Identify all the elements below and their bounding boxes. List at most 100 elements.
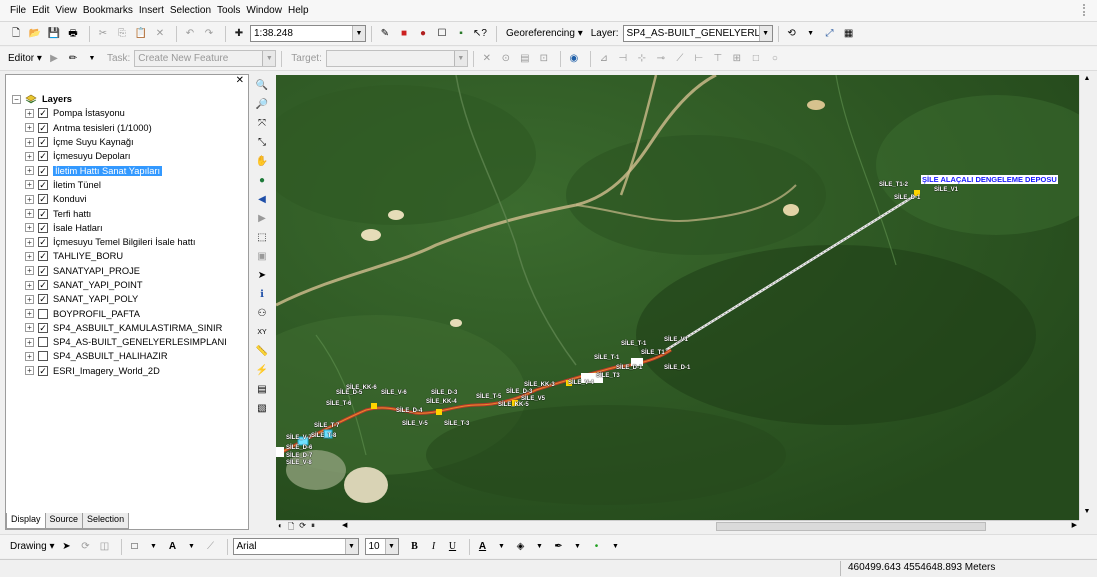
pan-hand-icon[interactable]: ✋: [254, 153, 270, 169]
layer-item[interactable]: + ✓ Pompa İstasyonu: [25, 106, 227, 120]
tab-selection[interactable]: Selection: [82, 513, 130, 529]
hyperlink-icon[interactable]: ⚡: [254, 362, 270, 378]
layer-item[interactable]: + SP4_AS-BUILT_GENELYERLESIMPLANI: [25, 335, 227, 349]
identify-icon[interactable]: ℹ: [254, 286, 270, 302]
go-to-xy-icon[interactable]: XY: [254, 324, 270, 340]
tab-source[interactable]: Source: [44, 513, 84, 529]
menu-view[interactable]: View: [55, 5, 77, 16]
viewer-window-icon[interactable]: ▧: [254, 400, 270, 416]
pause-drawing-icon[interactable]: ⏸: [311, 521, 315, 535]
save-icon[interactable]: 💾: [46, 26, 62, 42]
arctoolbox-icon[interactable]: ■: [396, 26, 412, 42]
expand-icon[interactable]: +: [25, 294, 34, 304]
layer-visibility-checkbox[interactable]: ✓: [38, 151, 48, 162]
editor-toolbar-icon[interactable]: ✎: [377, 26, 393, 42]
layer-visibility-checkbox[interactable]: ✓: [38, 208, 48, 219]
menu-window[interactable]: Window: [246, 5, 282, 16]
scroll-thumb[interactable]: [716, 522, 986, 531]
bold-button[interactable]: B: [407, 539, 423, 555]
collapse-icon[interactable]: −: [12, 94, 21, 104]
menu-edit[interactable]: Edit: [32, 5, 49, 16]
dropdown-arrow-icon[interactable]: ▼: [532, 539, 548, 555]
scroll-left-icon[interactable]: ◀: [342, 521, 347, 529]
circle-tool-icon[interactable]: ○: [767, 51, 783, 67]
layer-visibility-checkbox[interactable]: ✓: [38, 322, 48, 333]
dropdown-arrow-icon[interactable]: ▼: [146, 539, 162, 555]
menu-bookmarks[interactable]: Bookmarks: [83, 5, 133, 16]
validate-icon[interactable]: ⊞: [729, 51, 745, 67]
expand-icon[interactable]: +: [25, 123, 34, 133]
layout-view-icon[interactable]: 🗋: [288, 521, 294, 535]
layer-item[interactable]: + ✓ İsale Hatları: [25, 221, 227, 235]
data-view-icon[interactable]: ◐: [278, 521, 283, 535]
scroll-right-icon[interactable]: ▶: [1072, 521, 1077, 529]
layer-visibility-checkbox[interactable]: ✓: [38, 179, 48, 190]
layer-item[interactable]: + ✓ Terfi hattı: [25, 206, 227, 220]
georeferencing-menu[interactable]: Georeferencing ▾: [506, 28, 583, 39]
layer-item[interactable]: + ✓ İçmesuyu Temel Bilgileri İsale hattı: [25, 235, 227, 249]
task-combo[interactable]: Create New Feature ▼: [134, 50, 277, 67]
layer-item[interactable]: + SP4_ASBUILT_HALIHAZIR: [25, 349, 227, 363]
search-window-icon[interactable]: ☐: [434, 26, 450, 42]
layer-visibility-checkbox[interactable]: ✓: [38, 237, 48, 248]
copy-icon[interactable]: ⎘: [114, 26, 130, 42]
expand-icon[interactable]: +: [25, 137, 34, 147]
rotate-tool-icon[interactable]: ⊙: [498, 51, 514, 67]
select-elements-icon[interactable]: ➤: [59, 539, 75, 555]
arccatalog-icon[interactable]: ●: [415, 26, 431, 42]
new-document-icon[interactable]: 🗋: [8, 26, 24, 42]
rotate-element-icon[interactable]: ⟳: [78, 539, 94, 555]
expand-icon[interactable]: +: [25, 351, 34, 361]
reshape-icon[interactable]: ⟋: [672, 51, 688, 67]
refresh-icon[interactable]: ⟳: [299, 521, 306, 535]
print-icon[interactable]: 🖶: [65, 26, 81, 42]
layer-visibility-checkbox[interactable]: ✓: [38, 194, 48, 205]
menu-selection[interactable]: Selection: [170, 5, 211, 16]
add-data-icon[interactable]: ✚: [231, 26, 247, 42]
split-tool-icon[interactable]: ✕: [479, 51, 495, 67]
attributes-icon[interactable]: ▤: [517, 51, 533, 67]
layer-visibility-checkbox[interactable]: ✓: [38, 265, 48, 276]
layer-visibility-checkbox[interactable]: ✓: [38, 108, 48, 119]
zoom-out-icon[interactable]: 🔎: [254, 96, 270, 112]
expand-icon[interactable]: +: [25, 223, 34, 233]
layer-visibility-checkbox[interactable]: ✓: [38, 251, 48, 262]
layer-visibility-checkbox[interactable]: [38, 351, 48, 362]
layer-item[interactable]: + ✓ Konduvi: [25, 192, 227, 206]
dropdown-arrow-icon[interactable]: ▼: [494, 539, 510, 555]
clear-selection-icon[interactable]: ▣: [254, 248, 270, 264]
dropdown-arrow-icon[interactable]: ▼: [184, 539, 200, 555]
font-color-icon[interactable]: A: [475, 539, 491, 555]
edit-tool-icon[interactable]: ▶: [46, 51, 62, 67]
italic-button[interactable]: I: [426, 539, 442, 555]
layers-root[interactable]: − Layers: [12, 92, 227, 106]
new-text-icon[interactable]: A: [165, 539, 181, 555]
layer-visibility-checkbox[interactable]: ✓: [38, 122, 48, 133]
layer-visibility-checkbox[interactable]: ✓: [38, 165, 48, 176]
layer-visibility-checkbox[interactable]: ✓: [38, 280, 48, 290]
menu-insert[interactable]: Insert: [139, 5, 164, 16]
dropdown-arrow-icon[interactable]: ▼: [570, 539, 586, 555]
fixed-zoom-in-icon[interactable]: ⤧: [254, 115, 270, 131]
find-binoculars-icon[interactable]: ⚇: [254, 305, 270, 321]
zoom-whole-page-icon[interactable]: ◫: [97, 539, 113, 555]
expand-icon[interactable]: +: [25, 151, 34, 161]
forward-extent-icon[interactable]: ▶: [254, 210, 270, 226]
close-icon[interactable]: ✕: [236, 75, 244, 87]
layer-item[interactable]: + BOYPROFIL_PAFTA: [25, 306, 227, 320]
expand-icon[interactable]: +: [25, 323, 34, 333]
map-vertical-scrollbar[interactable]: ▲ ▼: [1079, 75, 1093, 520]
layer-visibility-checkbox[interactable]: ✓: [38, 365, 48, 376]
map-view[interactable]: ŞİLE ALAÇALI DENGELEME DEPOSU SİLE_T1-2 S…: [276, 75, 1079, 520]
add-control-points-icon[interactable]: ⤢: [822, 26, 838, 42]
font-size-combo[interactable]: 10 ▼: [364, 538, 399, 555]
zoom-in-icon[interactable]: 🔍: [254, 77, 270, 93]
open-folder-icon[interactable]: 📂: [27, 26, 43, 42]
undo-icon[interactable]: ↶: [182, 26, 198, 42]
select-by-graphics-icon[interactable]: ⬚: [254, 229, 270, 245]
link-table-icon[interactable]: ▦: [841, 26, 857, 42]
sketch-properties-icon[interactable]: ⊡: [536, 51, 552, 67]
expand-icon[interactable]: +: [25, 266, 34, 276]
menu-help[interactable]: Help: [288, 5, 309, 16]
layer-visibility-checkbox[interactable]: ✓: [38, 222, 48, 233]
